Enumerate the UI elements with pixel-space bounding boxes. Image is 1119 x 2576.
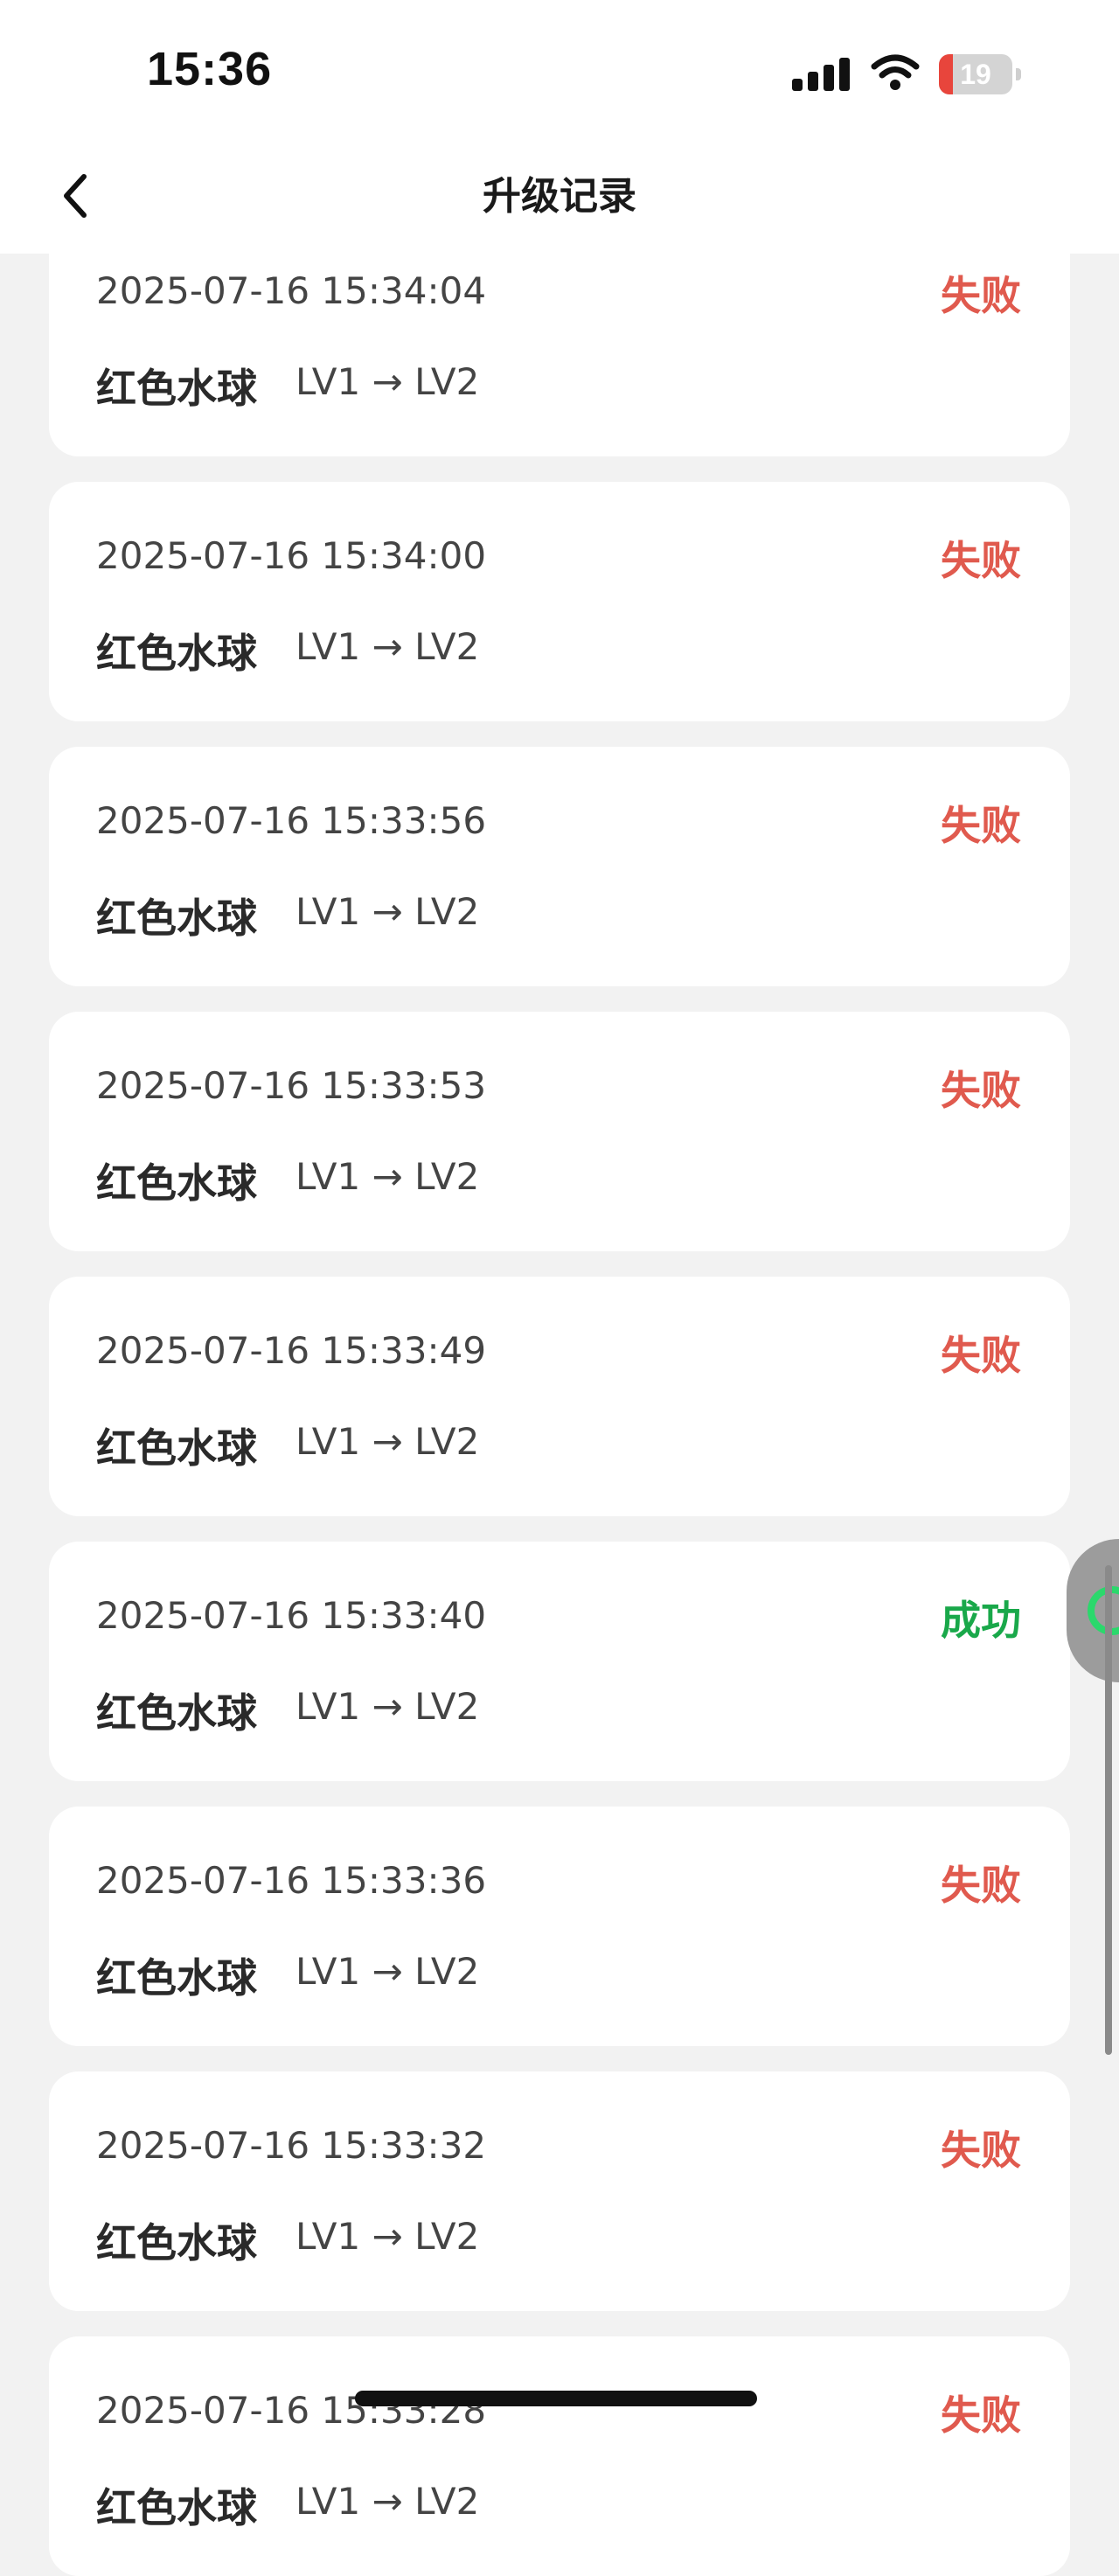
battery-icon: 19	[939, 54, 1023, 94]
battery-body: 19	[939, 54, 1012, 94]
record-card: 2025-07-16 15:33:40 成功红色水球 LV1 → LV2	[49, 1542, 1070, 1781]
record-status: 失败	[941, 1332, 1021, 1379]
record-level-change: LV1 → LV2	[295, 360, 480, 403]
page-title: 升级记录	[483, 174, 636, 219]
chevron-left-icon	[64, 174, 87, 218]
record-level-change: LV1 → LV2	[295, 2480, 480, 2523]
record-status: 失败	[941, 1067, 1021, 1114]
navigation-bar: 升级记录	[0, 140, 1119, 254]
record-card: 2025-07-16 15:33:32 失败红色水球 LV1 → LV2	[49, 2071, 1070, 2311]
scrollbar[interactable]	[1105, 1565, 1112, 2055]
record-card: 2025-07-16 15:33:36 失败红色水球 LV1 → LV2	[49, 1807, 1070, 2046]
record-time: 2025-07-16 15:33:53	[96, 1064, 487, 1107]
record-level-change: LV1 → LV2	[295, 2215, 480, 2258]
record-time: 2025-07-16 15:34:00	[96, 534, 487, 577]
status-time: 15:36	[147, 43, 273, 95]
record-item-name: 红色水球	[96, 1424, 257, 1472]
record-card: 2025-07-16 15:33:49 失败红色水球 LV1 → LV2	[49, 1277, 1070, 1516]
record-item-name: 红色水球	[96, 365, 257, 412]
cellular-signal-icon	[792, 58, 850, 91]
record-time: 2025-07-16 15:33:36	[96, 1859, 487, 1902]
record-level-change: LV1 → LV2	[295, 890, 480, 933]
back-button[interactable]	[49, 161, 101, 231]
battery-cap	[1016, 68, 1021, 80]
record-status: 失败	[941, 802, 1021, 849]
record-status: 成功	[941, 1597, 1021, 1644]
battery-level: 19	[960, 59, 991, 90]
record-status: 失败	[941, 1862, 1021, 1909]
record-level-change: LV1 → LV2	[295, 1950, 480, 1993]
record-time: 2025-07-16 15:33:49	[96, 1329, 487, 1372]
record-time: 2025-07-16 15:34:04	[96, 269, 487, 312]
record-time: 2025-07-16 15:33:56	[96, 799, 487, 842]
status-bar: 15:36 19	[0, 0, 1119, 140]
record-level-change: LV1 → LV2	[295, 1420, 480, 1463]
record-time: 2025-07-16 15:33:40	[96, 1594, 487, 1637]
record-status: 失败	[941, 272, 1021, 319]
record-item-name: 红色水球	[96, 1159, 257, 1207]
record-item-name: 红色水球	[96, 1689, 257, 1737]
record-card: 2025-07-16 15:33:56 失败红色水球 LV1 → LV2	[49, 747, 1070, 986]
record-card: 2025-07-16 15:33:28 失败 红色水球 LV1 → LV2	[49, 2336, 1070, 2576]
record-level-change: LV1 → LV2	[295, 1155, 480, 1198]
record-level-change: LV1 → LV2	[295, 1685, 480, 1728]
record-card: 2025-07-16 15:33:53 失败红色水球 LV1 → LV2	[49, 1012, 1070, 1251]
record-item-name: 红色水球	[96, 2219, 257, 2266]
record-status: 失败	[941, 2127, 1021, 2174]
record-level-change: LV1 → LV2	[295, 625, 480, 668]
record-card: 2025-07-16 15:34:00 失败红色水球 LV1 → LV2	[49, 482, 1070, 721]
upgrade-record-list[interactable]: 2025-07-16 15:34:04 失败 红色水球 LV1 → LV2 2025-0…	[0, 0, 1119, 2576]
record-item-name: 红色水球	[96, 895, 257, 942]
record-item-name: 红色水球	[96, 2484, 257, 2531]
record-status: 失败	[941, 537, 1021, 584]
record-time: 2025-07-16 15:33:32	[96, 2124, 487, 2167]
assist-ring-icon	[1088, 1586, 1119, 1635]
record-item-name: 红色水球	[96, 630, 257, 677]
wifi-icon	[871, 54, 920, 90]
home-indicator[interactable]	[355, 2391, 757, 2406]
record-status: 失败	[941, 2392, 1021, 2439]
record-item-name: 红色水球	[96, 1954, 257, 2002]
